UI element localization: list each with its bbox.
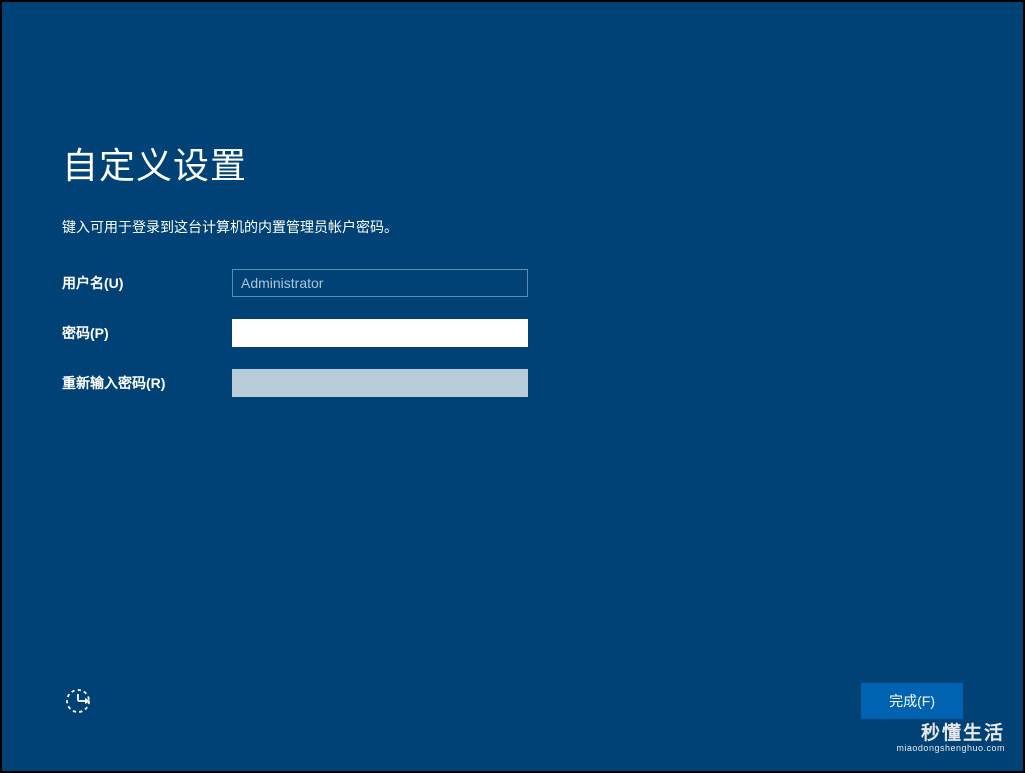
- username-row: 用户名(U): [62, 269, 963, 297]
- confirm-password-row: 重新输入密码(R): [62, 369, 963, 397]
- password-input[interactable]: [232, 319, 528, 347]
- page-description: 键入可用于登录到这台计算机的内置管理员帐户密码。: [62, 217, 963, 237]
- ease-of-access-icon[interactable]: [62, 685, 94, 717]
- username-label: 用户名(U): [62, 273, 232, 293]
- bottom-bar: 完成(F): [62, 683, 963, 719]
- finish-button[interactable]: 完成(F): [861, 683, 963, 719]
- content-area: 自定义设置 键入可用于登录到这台计算机的内置管理员帐户密码。 用户名(U) 密码…: [62, 137, 963, 419]
- watermark-title: 秒懂生活: [896, 718, 1005, 745]
- watermark-url: miaodongshenghuo.com: [896, 743, 1005, 753]
- setup-screen: 自定义设置 键入可用于登录到这台计算机的内置管理员帐户密码。 用户名(U) 密码…: [2, 2, 1023, 771]
- password-label: 密码(P): [62, 323, 232, 343]
- watermark: 秒懂生活 miaodongshenghuo.com: [896, 718, 1005, 753]
- confirm-password-label: 重新输入密码(R): [62, 373, 232, 393]
- username-input: [232, 269, 528, 297]
- page-title: 自定义设置: [62, 137, 963, 189]
- confirm-password-input[interactable]: [232, 369, 528, 397]
- password-row: 密码(P): [62, 319, 963, 347]
